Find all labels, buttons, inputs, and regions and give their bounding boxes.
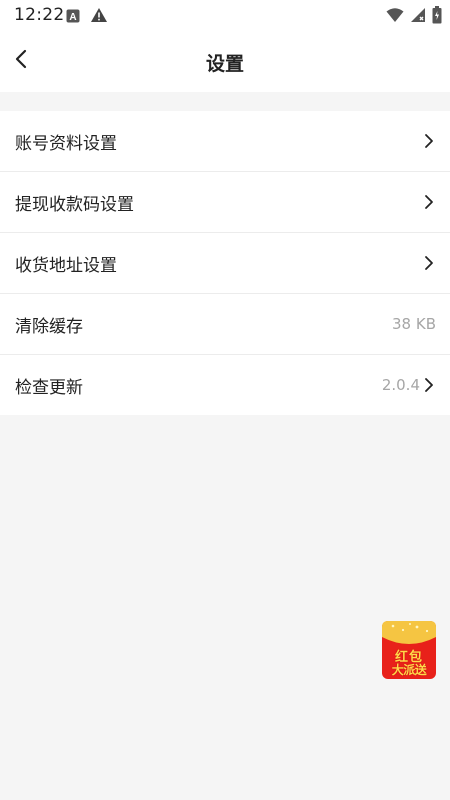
cache-size-value: 38 KB [392,315,436,333]
settings-row-label: 清除缓存 [15,316,83,337]
red-packet-promo-button[interactable]: 红包 大派送 [381,617,437,681]
status-icons-right [386,6,442,28]
settings-row-label: 账号资料设置 [15,133,117,154]
chevron-right-icon [422,193,436,211]
status-time: 12:22 [14,5,65,25]
settings-row-account-profile[interactable]: 账号资料设置 [0,111,450,172]
battery-icon [432,6,442,28]
svg-text:A: A [69,12,76,23]
app-header: 设置 [0,32,450,92]
settings-row-label: 检查更新 [15,377,83,398]
chevron-right-icon [422,376,436,394]
status-bar: 12:22 A [0,0,450,32]
settings-row-shipping-address[interactable]: 收货地址设置 [0,233,450,294]
page-title: 设置 [205,53,244,75]
settings-row-right: 38 KB [392,315,436,333]
settings-row-right [422,132,436,150]
wifi-icon [386,7,404,27]
a-badge-icon: A [66,8,80,27]
chevron-right-icon [422,254,436,272]
settings-row-withdraw-qr[interactable]: 提现收款码设置 [0,172,450,233]
settings-row-check-update[interactable]: 检查更新 2.0.4 [0,355,450,415]
signal-icon [410,7,426,27]
version-value: 2.0.4 [381,376,420,394]
settings-row-right: 2.0.4 [382,376,436,394]
settings-row-right [422,193,436,211]
chevron-right-icon [422,132,436,150]
settings-list: 账号资料设置 提现收款码设置 收货地址设置 清除缓存 38 KB 检查更新 2.… [0,111,450,415]
warning-icon [90,7,108,27]
settings-row-right [422,254,436,272]
settings-row-label: 提现收款码设置 [15,194,134,215]
settings-row-label: 收货地址设置 [15,255,117,276]
settings-row-clear-cache[interactable]: 清除缓存 38 KB [0,294,450,355]
status-icons-left: A [66,7,108,27]
red-packet-line2: 大派送 [391,663,427,677]
